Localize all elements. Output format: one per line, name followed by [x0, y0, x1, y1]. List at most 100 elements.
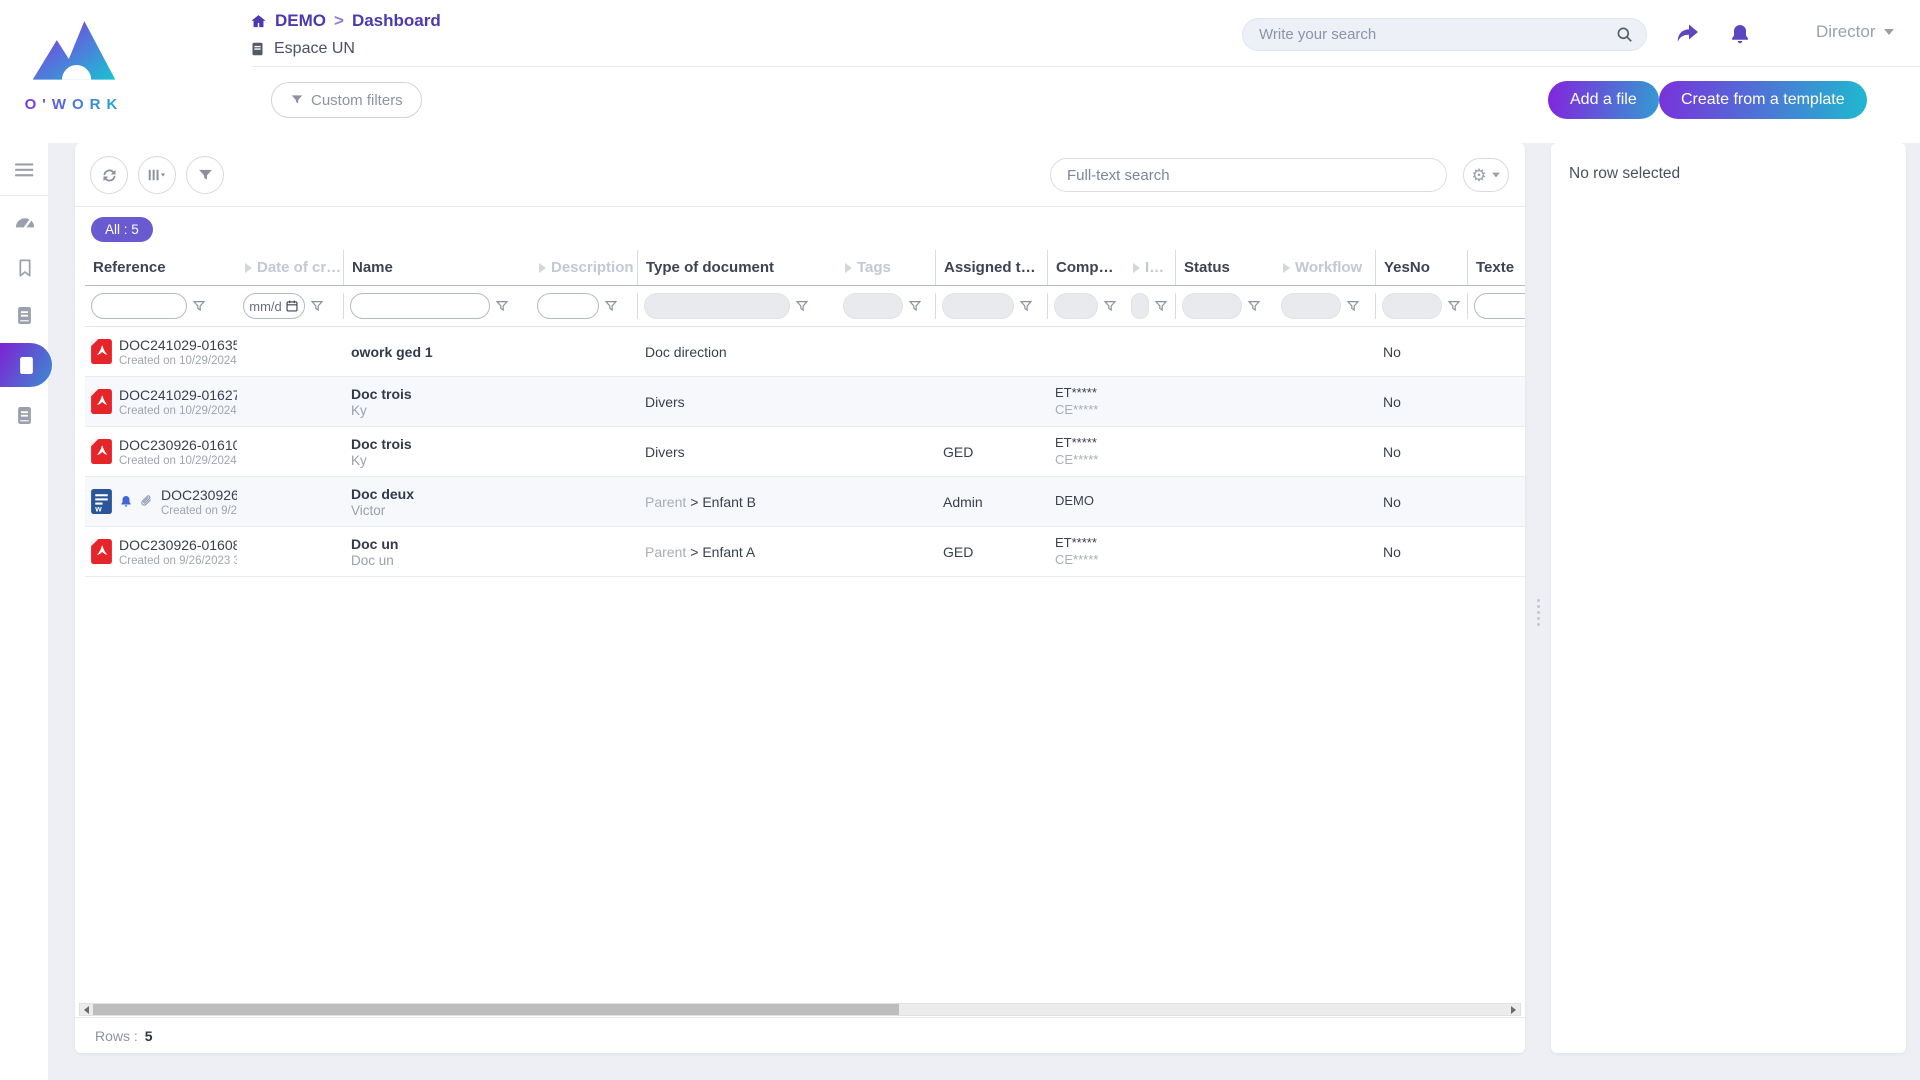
- empty-cell: [837, 427, 935, 476]
- global-search[interactable]: [1242, 18, 1647, 51]
- reference-text: DOC241029-01627-0: [119, 387, 237, 403]
- type-cell: Doc direction: [637, 327, 837, 376]
- table-settings-button[interactable]: ⚙: [1463, 158, 1509, 192]
- created-date: Created on 9/26/2023 3:09:45 AM: [161, 505, 237, 517]
- funnel-icon[interactable]: [604, 299, 618, 313]
- column-header-name[interactable]: Name: [343, 250, 531, 285]
- filter-disabled-input: [843, 293, 903, 319]
- company-cell: ET*****CE*****: [1047, 527, 1125, 576]
- funnel-icon[interactable]: [1447, 299, 1461, 313]
- book-icon: [250, 41, 265, 57]
- funnel-icon[interactable]: [192, 299, 206, 313]
- svg-text:w: w: [94, 503, 102, 513]
- filter-text-input[interactable]: [350, 293, 490, 319]
- home-icon[interactable]: [250, 13, 267, 30]
- empty-cell: [237, 377, 343, 426]
- filter-cell-5: [837, 293, 935, 319]
- chevron-down-icon: [1884, 29, 1894, 35]
- empty-cell: [837, 377, 935, 426]
- sidebar-item-menu-toggle[interactable]: [0, 151, 49, 189]
- table-row[interactable]: DOC230926-01610-3Created on 10/29/2024 1…: [85, 427, 1525, 477]
- filter-text-input[interactable]: [91, 293, 187, 319]
- column-header-type-of-document[interactable]: Type of document: [637, 250, 837, 285]
- sidebar-item-nav-bookmarks[interactable]: [0, 249, 49, 287]
- table-row[interactable]: DOC241029-01635-0Created on 10/29/2024 1…: [85, 327, 1525, 377]
- filter-icon: [290, 93, 304, 107]
- funnel-icon[interactable]: [795, 299, 809, 313]
- share-button[interactable]: [1672, 18, 1704, 50]
- empty-cell: [1467, 527, 1525, 576]
- column-header-tags[interactable]: Tags: [837, 250, 935, 285]
- assigned-cell: Admin: [935, 477, 1047, 526]
- book-icon: [16, 306, 33, 325]
- funnel-icon[interactable]: [495, 299, 509, 313]
- column-header-reference[interactable]: Reference: [85, 250, 237, 285]
- column-header-status[interactable]: Status: [1175, 250, 1275, 285]
- filter-text-input[interactable]: [1474, 293, 1525, 319]
- table-row[interactable]: DOC230926-01608-0Created on 9/26/2023 3:…: [85, 527, 1525, 577]
- breadcrumb-root[interactable]: DEMO: [275, 11, 326, 31]
- columns-button[interactable]: [138, 156, 176, 194]
- table-row[interactable]: wDOC230926-01609-0Created on 9/26/2023 3…: [85, 477, 1525, 527]
- filter-icon: [197, 167, 214, 184]
- sidebar-item-nav-archive[interactable]: [0, 396, 49, 434]
- search-icon[interactable]: [1615, 25, 1634, 44]
- filter-disabled-input: [942, 293, 1014, 319]
- table-header-row: ReferenceDate of cr…NameDescriptionType …: [85, 250, 1525, 286]
- filter-cell-10: [1275, 293, 1375, 319]
- funnel-icon[interactable]: [1103, 299, 1117, 313]
- add-file-button[interactable]: Add a file: [1548, 81, 1659, 119]
- funnel-icon[interactable]: [1154, 299, 1168, 313]
- assigned-cell: [935, 377, 1047, 426]
- empty-cell: [1125, 527, 1175, 576]
- header-divider: [252, 66, 1920, 67]
- columns-icon: [146, 166, 168, 184]
- table-row[interactable]: DOC241029-01627-0Created on 10/29/2024 1…: [85, 377, 1525, 427]
- user-menu[interactable]: Director: [1816, 22, 1894, 42]
- app-logo[interactable]: O'WORK: [18, 6, 130, 124]
- tab-all-badge[interactable]: All : 5: [91, 217, 153, 242]
- column-header-texte[interactable]: Texte: [1467, 250, 1525, 285]
- column-header-description[interactable]: Description: [531, 250, 637, 285]
- created-date: Created on 10/29/2024 10:41:11 PM: [119, 355, 237, 367]
- scroll-left-arrow[interactable]: [80, 1004, 93, 1015]
- column-header-workflow[interactable]: Workflow: [1275, 250, 1375, 285]
- column-header-yesno[interactable]: YesNo: [1375, 250, 1467, 285]
- column-header-i-[interactable]: I…: [1125, 250, 1175, 285]
- column-header-assigned-t-[interactable]: Assigned t…: [935, 250, 1047, 285]
- panel-resize-handle[interactable]: [1534, 596, 1542, 629]
- sidebar-item-nav-dashboard[interactable]: [0, 202, 49, 240]
- sidebar-item-nav-ged[interactable]: [0, 343, 52, 387]
- funnel-icon[interactable]: [1247, 299, 1261, 313]
- create-from-template-button[interactable]: Create from a template: [1659, 81, 1867, 119]
- notifications-button[interactable]: [1724, 18, 1756, 50]
- breadcrumb-current[interactable]: Dashboard: [352, 11, 441, 31]
- created-date: Created on 10/29/2024 10:21:41 PM: [119, 455, 237, 467]
- scrollbar-thumb[interactable]: [93, 1004, 899, 1015]
- fulltext-search-input[interactable]: [1067, 167, 1430, 184]
- fulltext-search[interactable]: [1050, 158, 1447, 192]
- scroll-right-arrow[interactable]: [1507, 1004, 1520, 1015]
- custom-filters-button[interactable]: Custom filters: [271, 82, 422, 118]
- funnel-icon[interactable]: [310, 299, 324, 313]
- funnel-icon[interactable]: [1346, 299, 1360, 313]
- column-header-comp-[interactable]: Comp…: [1047, 250, 1125, 285]
- filter-button[interactable]: [186, 156, 224, 194]
- yesno-cell: No: [1375, 377, 1467, 426]
- assigned-cell: [935, 327, 1047, 376]
- funnel-icon[interactable]: [908, 299, 922, 313]
- funnel-icon[interactable]: [1019, 299, 1033, 313]
- filter-disabled-input: [1131, 293, 1149, 319]
- calendar-icon[interactable]: [285, 299, 299, 313]
- column-header-date-of-cr-[interactable]: Date of cr…: [237, 250, 343, 285]
- sidebar-divider: [0, 195, 48, 196]
- empty-cell: [1275, 527, 1375, 576]
- horizontal-scrollbar[interactable]: [79, 1003, 1521, 1016]
- date-filter-input[interactable]: mm/d: [243, 293, 305, 319]
- refresh-button[interactable]: [90, 156, 128, 194]
- global-search-input[interactable]: [1259, 26, 1615, 43]
- workspace-label: Espace UN: [274, 40, 355, 58]
- filter-text-input[interactable]: [537, 293, 599, 319]
- bookmark-icon: [17, 258, 33, 278]
- sidebar-item-nav-documents[interactable]: [0, 296, 49, 334]
